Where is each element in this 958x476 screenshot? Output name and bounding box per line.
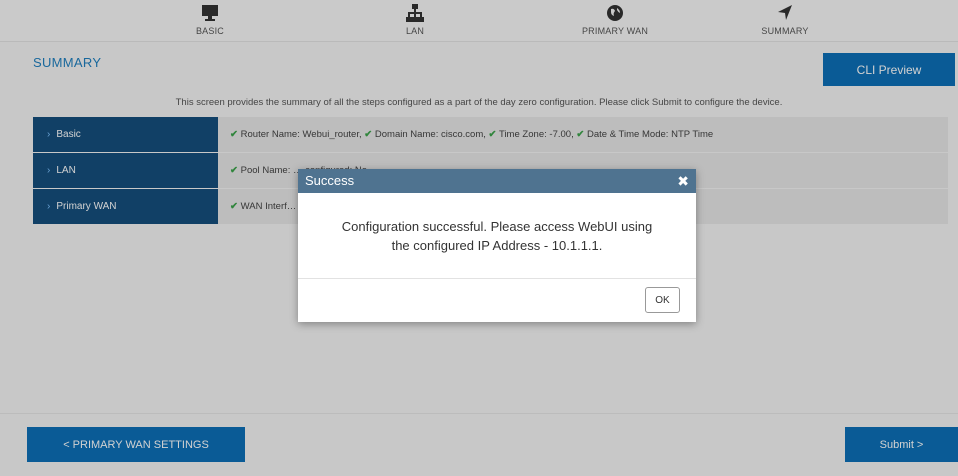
dialog-title: Success <box>305 173 355 188</box>
close-icon[interactable]: ✖ <box>677 169 689 193</box>
success-dialog: Success ✖ Configuration successful. Plea… <box>298 169 696 322</box>
ok-button[interactable]: OK <box>645 287 680 313</box>
dialog-header: Success ✖ <box>298 169 696 193</box>
dialog-message: Configuration successful. Please access … <box>298 193 696 279</box>
dialog-message-line-1: Configuration successful. Please access … <box>341 219 653 234</box>
dialog-footer: OK <box>298 279 696 322</box>
dialog-message-line-2: the configured IP Address - 10.1.1.1. <box>391 238 603 253</box>
